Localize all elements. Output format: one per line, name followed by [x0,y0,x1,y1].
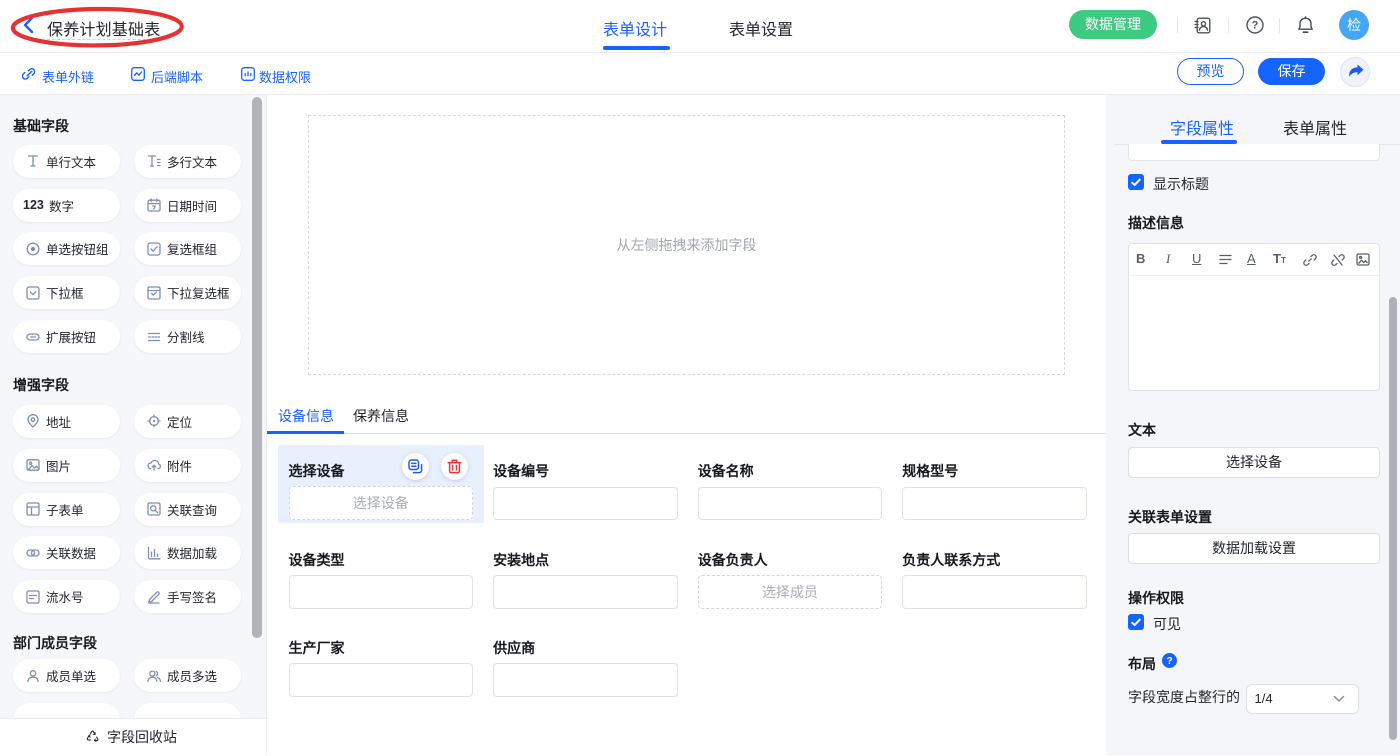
svg-text:?: ? [1166,656,1172,667]
svg-text:?: ? [1252,20,1259,32]
